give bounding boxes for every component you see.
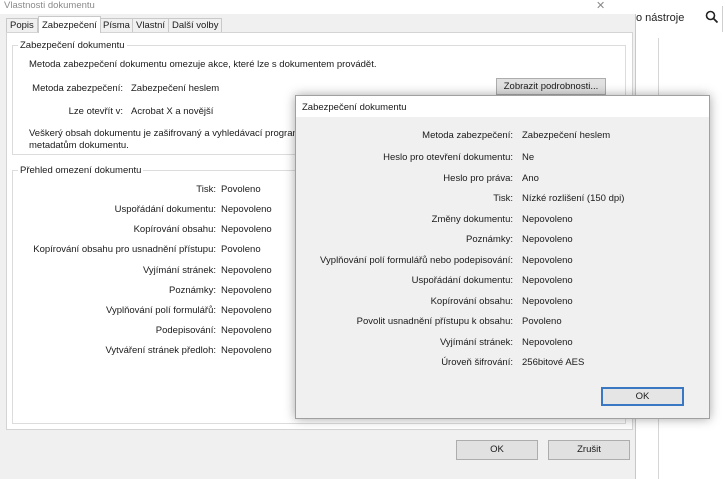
restriction-label: Vytváření stránek předloh: [105, 345, 216, 356]
restriction-value: Nepovoleno [221, 224, 272, 235]
document-security-popup: Zabezpečení dokumentu Metoda zabezpečení… [295, 95, 710, 419]
ok-button[interactable]: OK [456, 440, 538, 460]
restriction-label: Vyplňování polí formulářů: [105, 305, 216, 316]
toolbar-divider [722, 6, 723, 32]
dialog-title: Vlastnosti dokumentu [4, 0, 95, 11]
security-detail-value: Nepovoleno [522, 337, 573, 348]
tools-label[interactable]: o nástroje [636, 12, 684, 24]
security-detail-label: Změny dokumentu: [431, 214, 513, 225]
encryption-note: Veškerý obsah dokumentu je zašifrovaný a… [29, 128, 319, 139]
popup-ok-button[interactable]: OK [601, 387, 684, 406]
restriction-value: Nepovoleno [221, 345, 272, 356]
security-detail-label: Tisk: [493, 193, 513, 204]
opens-in-label: Lze otevřít v: [68, 106, 123, 117]
restriction-value: Povoleno [221, 244, 261, 255]
tab-fonts[interactable]: Písma [99, 18, 134, 33]
security-detail-value: Nepovoleno [522, 255, 573, 266]
dialog-titlebar: Vlastnosti dokumentu ✕ [0, 0, 636, 14]
security-detail-label: Heslo pro práva: [443, 173, 513, 184]
security-detail-label: Povolit usnadnění přístupu k obsahu: [356, 316, 513, 327]
security-detail-label: Kopírování obsahu: [430, 296, 513, 307]
security-description: Metoda zabezpečení dokumentu omezuje akc… [29, 59, 377, 70]
restrictions-group-legend: Přehled omezení dokumentu [18, 165, 144, 176]
security-detail-label: Vyjímání stránek: [439, 337, 513, 348]
security-detail-value: Nepovoleno [522, 214, 573, 225]
security-detail-value: Povoleno [522, 316, 562, 327]
tab-description[interactable]: Popis [6, 18, 38, 33]
security-detail-label: Metoda zabezpečení: [422, 130, 513, 141]
restriction-value: Nepovoleno [221, 204, 272, 215]
method-label: Metoda zabezpečení: [32, 83, 123, 94]
restriction-value: Nepovoleno [221, 305, 272, 316]
opens-in-value: Acrobat X a novější [131, 106, 214, 117]
search-icon[interactable] [705, 10, 719, 27]
security-detail-label: Uspořádání dokumentu: [411, 275, 513, 286]
security-group-legend: Zabezpečení dokumentu [18, 40, 127, 51]
restriction-label: Kopírování obsahu: [133, 224, 216, 235]
close-icon[interactable]: ✕ [596, 0, 605, 12]
restriction-label: Tisk: [196, 184, 216, 195]
security-detail-label: Úroveň šifrování: [441, 357, 513, 368]
security-detail-value: 256bitové AES [522, 357, 585, 368]
tab-advanced[interactable]: Další volby [168, 18, 223, 33]
popup-title: Zabezpečení dokumentu [302, 102, 407, 113]
tab-security[interactable]: Zabezpečení [38, 16, 101, 33]
method-value: Zabezpečení heslem [131, 83, 220, 94]
restriction-value: Povoleno [221, 184, 261, 195]
restriction-label: Poznámky: [169, 285, 216, 296]
security-detail-value: Nízké rozlišení (150 dpi) [522, 193, 625, 204]
security-detail-value: Ne [522, 152, 535, 163]
security-detail-value: Ano [522, 173, 539, 184]
restriction-value: Nepovoleno [221, 265, 272, 276]
popup-titlebar: Zabezpečení dokumentu [296, 96, 709, 117]
restriction-label: Kopírování obsahu pro usnadnění přístupu… [33, 244, 216, 255]
restriction-value: Nepovoleno [221, 325, 272, 336]
restriction-label: Vyjímání stránek: [142, 265, 216, 276]
show-details-button[interactable]: Zobrazit podrobnosti... [496, 78, 606, 95]
cancel-button[interactable]: Zrušit [548, 440, 630, 460]
security-detail-label: Poznámky: [466, 234, 513, 245]
encryption-note-cont: metadatům dokumentu. [29, 140, 129, 151]
security-detail-value: Zabezpečení heslem [522, 130, 611, 141]
restriction-value: Nepovoleno [221, 285, 272, 296]
tab-custom[interactable]: Vlastní [132, 18, 170, 33]
security-detail-value: Nepovoleno [522, 296, 573, 307]
security-detail-value: Nepovoleno [522, 234, 573, 245]
security-detail-label: Heslo pro otevření dokumentu: [383, 152, 513, 163]
security-detail-label: Vyplňování polí formulářů nebo podepisov… [320, 255, 513, 266]
restriction-label: Uspořádání dokumentu: [114, 204, 216, 215]
security-detail-value: Nepovoleno [522, 275, 573, 286]
restriction-label: Podepisování: [155, 325, 216, 336]
